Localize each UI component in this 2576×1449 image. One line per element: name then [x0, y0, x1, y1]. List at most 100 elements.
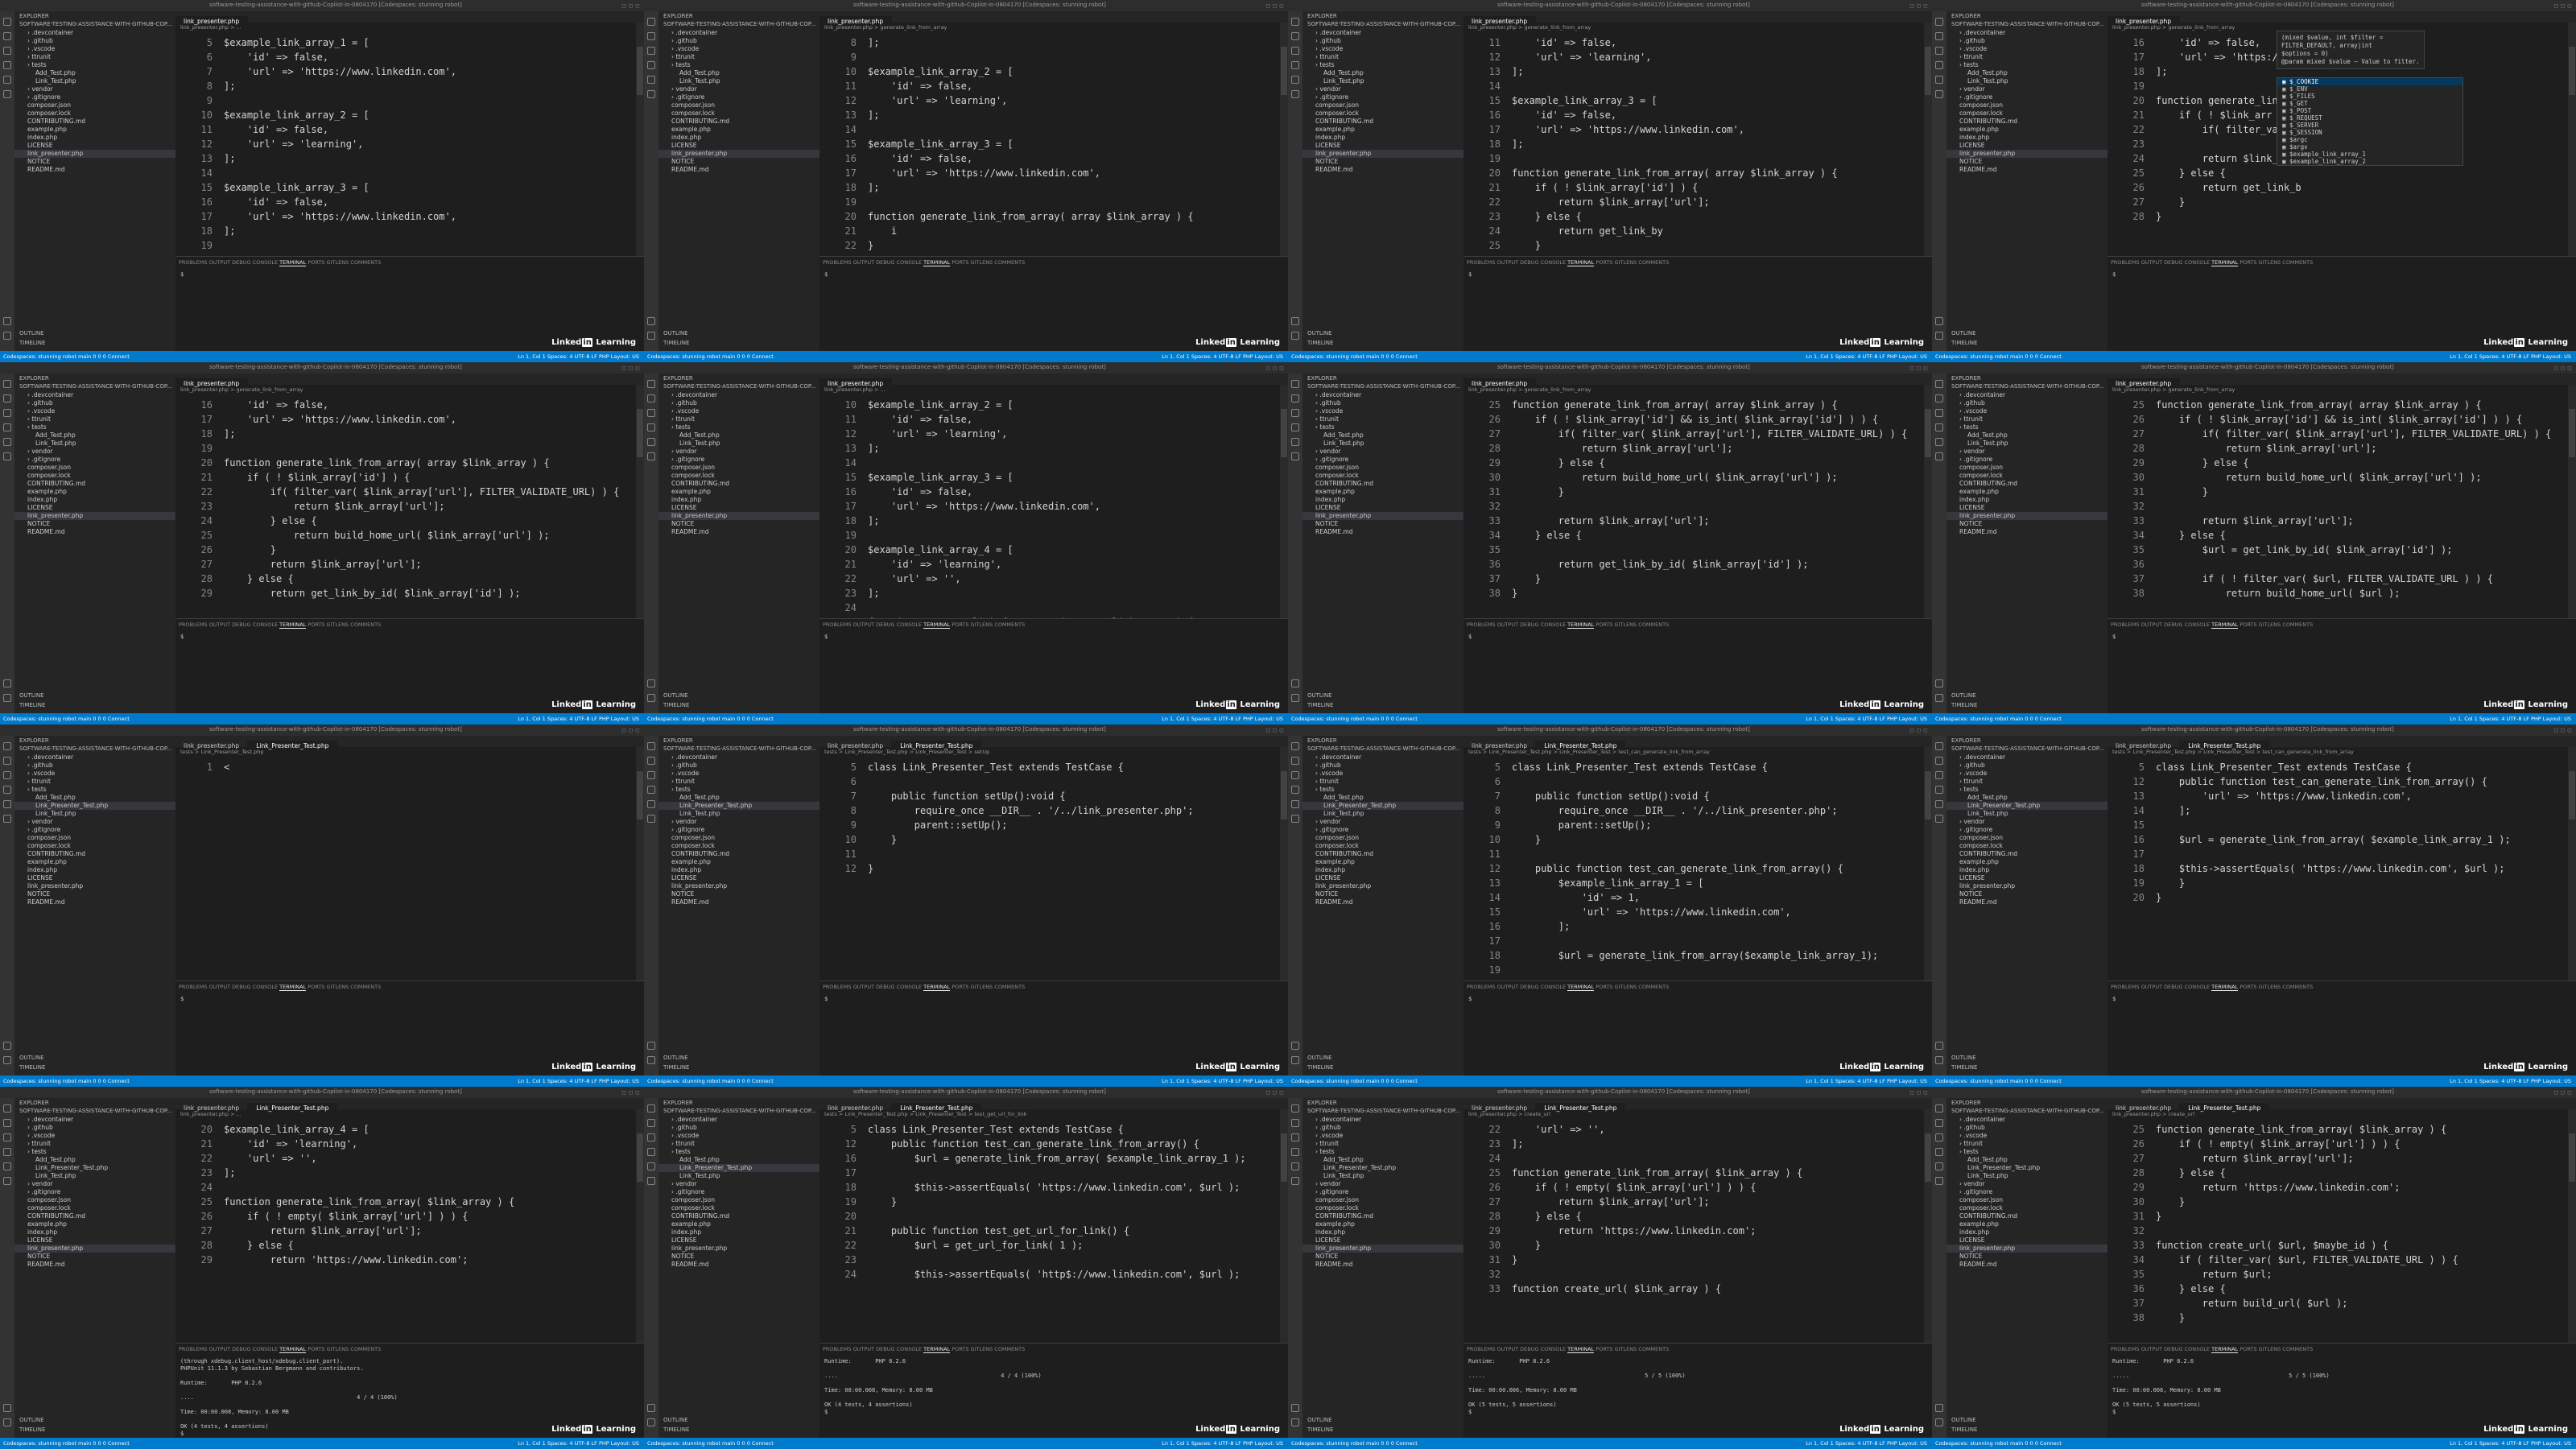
file-tree-item[interactable]: composer.lock — [1302, 1204, 1463, 1212]
panel-tab[interactable]: COMMENTS — [994, 259, 1025, 266]
file-tree-item[interactable]: › ttrunit — [1946, 415, 2107, 423]
code-line[interactable]: 9 parent::setUp(); — [819, 818, 1288, 832]
code-line[interactable]: 12 public function test_can_generate_lin… — [2107, 774, 2576, 789]
gear-icon[interactable] — [3, 332, 11, 340]
panel-tab[interactable]: GITLENS — [1615, 1346, 1637, 1352]
scrollbar-thumb[interactable] — [2569, 47, 2575, 95]
editor-scrollbar[interactable] — [636, 23, 644, 256]
status-right[interactable]: Ln 1, Col 1 Spaces: 4 UTF-8 LF PHP Layou… — [1162, 1440, 1283, 1447]
file-tree-item[interactable]: link_presenter.php — [14, 150, 175, 158]
code-line[interactable]: 30 return build_home_url( $link_array['u… — [1463, 470, 1932, 485]
panel-tab[interactable]: DEBUG CONSOLE — [1520, 984, 1566, 990]
panel-tab[interactable]: GITLENS — [327, 259, 349, 266]
panel-tab[interactable]: PROBLEMS — [2111, 259, 2139, 266]
code-line[interactable]: 20} — [2107, 890, 2576, 905]
code-line[interactable]: 16 'id' => false, — [175, 195, 644, 209]
breadcrumb[interactable]: link_presenter.php > generate_link_from_… — [824, 24, 947, 31]
code-text[interactable]: i — [868, 225, 897, 237]
panel-tab[interactable]: OUTPUT — [209, 1346, 231, 1352]
source-control-icon[interactable] — [3, 1133, 11, 1141]
panel-tab[interactable]: PORTS — [308, 259, 324, 266]
file-tree-item[interactable]: index.php — [1946, 1228, 2107, 1236]
terminal-line[interactable] — [1468, 1380, 1919, 1387]
status-left[interactable]: Codespaces: stunning robot main 0 0 0 Co… — [1935, 353, 2062, 360]
code-line[interactable]: 14 — [1463, 79, 1932, 93]
code-line[interactable]: 7 'url' => 'https://www.linkedin.com', — [175, 64, 644, 79]
extensions-icon[interactable] — [1935, 438, 1943, 446]
panel-tab[interactable]: OUTPUT — [853, 621, 875, 628]
code-line[interactable]: 12 public function test_can_generate_lin… — [1463, 861, 1932, 876]
code-line[interactable]: 23]; — [1463, 1137, 1932, 1151]
terminal-line[interactable]: OK (5 tests, 5 assertions) — [1468, 1402, 1919, 1409]
file-tree-item[interactable]: example.php — [14, 1220, 175, 1228]
suggestion-item[interactable]: ▣ $argc — [2277, 136, 2462, 143]
file-tree-item[interactable]: › .devcontainer — [1946, 391, 2107, 399]
file-tree-item[interactable]: example.php — [14, 488, 175, 496]
breadcrumb[interactable]: link_presenter.php > create_url — [1468, 1111, 1550, 1117]
panel-tab[interactable]: TERMINAL — [2211, 1346, 2239, 1353]
timeline-section[interactable]: TIMELINE — [1307, 340, 1333, 346]
status-right[interactable]: Ln 1, Col 1 Spaces: 4 UTF-8 LF PHP Layou… — [2450, 1078, 2571, 1084]
file-tree-item[interactable]: composer.json — [1946, 834, 2107, 842]
code-text[interactable]: ]; — [868, 515, 879, 526]
code-text[interactable]: 'id' => false, — [868, 153, 972, 164]
workspace-header[interactable]: SOFTWARE-TESTING-ASSISTANCE-WITH-GITHUB-… — [1307, 383, 1460, 390]
code-line[interactable]: 17 — [2107, 847, 2576, 861]
code-line[interactable]: 33 return $link_array['url']; — [1463, 514, 1932, 528]
file-tree-item[interactable]: › tests — [1946, 423, 2107, 431]
code-line[interactable]: 25 return build_home_url( $link_array['u… — [175, 528, 644, 543]
gear-icon[interactable] — [3, 694, 11, 702]
window-controls-icon[interactable]: □ □ □ — [1910, 365, 1927, 371]
code-text[interactable]: ]; — [868, 588, 879, 599]
code-text[interactable]: } else { — [224, 515, 317, 526]
file-tree-item[interactable]: CONTRIBUTING.md — [658, 118, 819, 126]
window-controls-icon[interactable]: □ □ □ — [1910, 2, 1927, 9]
status-left[interactable]: Codespaces: stunning robot main 0 0 0 Co… — [1291, 1078, 1418, 1084]
code-text[interactable]: if ( ! empty( $link_array['url'] ) ) { — [2156, 1138, 2401, 1150]
panel-tab[interactable]: PROBLEMS — [823, 984, 851, 990]
code-text[interactable]: return build_home_url( $link_array['url'… — [2156, 472, 2482, 483]
code-text[interactable]: ]; — [224, 1167, 235, 1179]
account-icon[interactable] — [3, 317, 11, 325]
code-line[interactable]: 5 $example_link_array_1 = [ — [175, 35, 644, 50]
code-line[interactable]: 6 — [819, 774, 1288, 789]
file-tree-item[interactable]: › .github — [14, 399, 175, 407]
panel-tab[interactable]: PORTS — [952, 1346, 968, 1352]
panel-tab[interactable]: GITLENS — [971, 621, 993, 628]
scrollbar-thumb[interactable] — [1925, 409, 1931, 457]
terminal-line[interactable]: $ — [824, 1409, 1275, 1416]
panel-tab[interactable]: PORTS — [308, 621, 324, 628]
status-right[interactable]: Ln 1, Col 1 Spaces: 4 UTF-8 LF PHP Layou… — [1162, 1078, 1283, 1084]
file-tree-item[interactable]: › .github — [1946, 1124, 2107, 1132]
file-tree-item[interactable]: Link_Test.php — [1302, 1172, 1463, 1180]
code-line[interactable]: 13]; — [175, 151, 644, 166]
code-text[interactable]: return $link_array['url']; — [2156, 515, 2354, 526]
file-tree-item[interactable]: › .github — [1946, 37, 2107, 45]
file-tree-item[interactable]: › .devcontainer — [1302, 1116, 1463, 1124]
editor-scrollbar[interactable] — [1924, 747, 1932, 980]
file-tree-item[interactable]: LICENSE — [658, 874, 819, 882]
code-text[interactable]: if ( ! filter_var( $url, FILTER_VALIDATE… — [2156, 573, 2493, 584]
code-line[interactable]: 29 } else { — [2107, 456, 2576, 470]
run-debug-icon[interactable] — [1291, 423, 1299, 431]
file-tree-item[interactable]: composer.lock — [1302, 842, 1463, 850]
panel-tab[interactable]: PORTS — [308, 984, 324, 990]
code-text[interactable]: if ( ! empty( $link_array['url'] ) ) { — [224, 1211, 469, 1222]
file-tree-item[interactable]: LICENSE — [14, 874, 175, 882]
remote-icon[interactable] — [647, 1177, 655, 1185]
status-right[interactable]: Ln 1, Col 1 Spaces: 4 UTF-8 LF PHP Layou… — [518, 353, 639, 360]
code-text[interactable]: require_once __DIR__ . '/../link_present… — [868, 805, 1194, 816]
outline-section[interactable]: OUTLINE — [1951, 1055, 1976, 1061]
panel-tab[interactable]: COMMENTS — [1638, 1346, 1669, 1352]
code-line[interactable]: 23 } else { — [1463, 209, 1932, 224]
code-text[interactable]: 'url' => 'https://www.linkedin.com', — [1512, 124, 1744, 135]
code-text[interactable]: } — [2156, 877, 2185, 889]
status-right[interactable]: Ln 1, Col 1 Spaces: 4 UTF-8 LF PHP Layou… — [518, 1440, 639, 1447]
code-line[interactable]: 24 $this->assertEquals( 'http$://www.lin… — [819, 1267, 1288, 1282]
code-line[interactable]: 35 return $url; — [2107, 1267, 2576, 1282]
code-text[interactable]: } — [868, 1196, 897, 1208]
file-tree-item[interactable]: example.php — [1302, 126, 1463, 134]
source-control-icon[interactable] — [647, 1133, 655, 1141]
file-tree-item[interactable]: Add_Test.php — [658, 431, 819, 440]
code-line[interactable]: 11 — [1463, 847, 1932, 861]
